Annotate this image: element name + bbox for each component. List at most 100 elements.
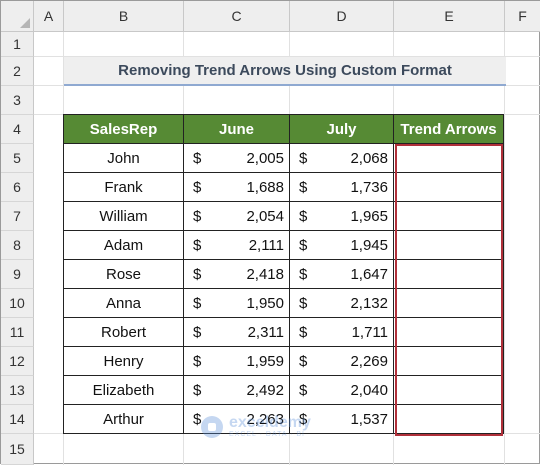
currency-symbol: $ <box>299 381 308 399</box>
row-header-11[interactable]: 11 <box>1 318 34 347</box>
salesrep-cell[interactable]: Frank <box>63 172 184 202</box>
trend-arrow-cell[interactable] <box>393 143 504 173</box>
gridline <box>504 32 505 465</box>
row-header-10[interactable]: 10 <box>1 289 34 318</box>
july-cell[interactable]: $1,537 <box>289 404 394 434</box>
row-header-12[interactable]: 12 <box>1 347 34 376</box>
row-header-2[interactable]: 2 <box>1 57 34 86</box>
salesrep-cell[interactable]: Arthur <box>63 404 184 434</box>
spreadsheet: A B C D E F 1 2 3 4 5 6 7 8 9 10 11 12 1… <box>0 0 540 465</box>
june-cell[interactable]: $2,263 <box>183 404 290 434</box>
currency-symbol: $ <box>299 178 308 196</box>
june-value: 2,418 <box>246 265 284 283</box>
row-header-9[interactable]: 9 <box>1 260 34 289</box>
june-cell[interactable]: $2,492 <box>183 375 290 405</box>
header-june[interactable]: June <box>183 114 290 144</box>
row-header-14[interactable]: 14 <box>1 405 34 434</box>
salesrep-cell[interactable]: John <box>63 143 184 173</box>
row-header-6[interactable]: 6 <box>1 173 34 202</box>
june-value: 1,688 <box>246 178 284 196</box>
currency-symbol: $ <box>193 236 202 254</box>
row-header-7[interactable]: 7 <box>1 202 34 231</box>
currency-symbol: $ <box>193 323 202 341</box>
july-cell[interactable]: $2,040 <box>289 375 394 405</box>
june-cell[interactable]: $2,418 <box>183 259 290 289</box>
july-value: 2,040 <box>350 381 388 399</box>
select-all-corner[interactable] <box>1 1 34 32</box>
row-header-8[interactable]: 8 <box>1 231 34 260</box>
june-cell[interactable]: $1,688 <box>183 172 290 202</box>
currency-symbol: $ <box>193 178 202 196</box>
currency-symbol: $ <box>193 265 202 283</box>
salesrep-cell[interactable]: Rose <box>63 259 184 289</box>
june-value: 2,054 <box>246 207 284 225</box>
june-value: 1,959 <box>246 352 284 370</box>
currency-symbol: $ <box>193 207 202 225</box>
currency-symbol: $ <box>299 323 308 341</box>
column-header-e[interactable]: E <box>394 1 505 32</box>
june-cell[interactable]: $2,111 <box>183 230 290 260</box>
june-value: 2,005 <box>246 149 284 167</box>
july-value: 1,945 <box>350 236 388 254</box>
trend-arrow-cell[interactable] <box>393 201 504 231</box>
salesrep-cell[interactable]: Henry <box>63 346 184 376</box>
header-july[interactable]: July <box>289 114 394 144</box>
row-header-5[interactable]: 5 <box>1 144 34 173</box>
currency-symbol: $ <box>299 236 308 254</box>
trend-arrow-cell[interactable] <box>393 259 504 289</box>
trend-arrow-cell[interactable] <box>393 375 504 405</box>
july-cell[interactable]: $1,965 <box>289 201 394 231</box>
trend-arrow-cell[interactable] <box>393 288 504 318</box>
trend-arrow-cell[interactable] <box>393 172 504 202</box>
june-value: 2,263 <box>246 410 284 428</box>
header-salesrep[interactable]: SalesRep <box>63 114 184 144</box>
trend-arrow-cell[interactable] <box>393 230 504 260</box>
row-header-1[interactable]: 1 <box>1 32 34 57</box>
salesrep-cell[interactable]: Elizabeth <box>63 375 184 405</box>
currency-symbol: $ <box>299 265 308 283</box>
june-cell[interactable]: $1,959 <box>183 346 290 376</box>
june-cell[interactable]: $2,005 <box>183 143 290 173</box>
currency-symbol: $ <box>193 352 202 370</box>
july-cell[interactable]: $1,647 <box>289 259 394 289</box>
select-all-icon <box>20 18 30 28</box>
salesrep-cell[interactable]: Adam <box>63 230 184 260</box>
salesrep-cell[interactable]: William <box>63 201 184 231</box>
july-value: 2,132 <box>350 294 388 312</box>
june-cell[interactable]: $1,950 <box>183 288 290 318</box>
currency-symbol: $ <box>299 149 308 167</box>
july-cell[interactable]: $2,132 <box>289 288 394 318</box>
column-header-a[interactable]: A <box>34 1 64 32</box>
july-cell[interactable]: $1,711 <box>289 317 394 347</box>
column-header-c[interactable]: C <box>184 1 290 32</box>
june-cell[interactable]: $2,054 <box>183 201 290 231</box>
column-header-f[interactable]: F <box>505 1 540 32</box>
column-header-d[interactable]: D <box>290 1 394 32</box>
row-header-3[interactable]: 3 <box>1 86 34 115</box>
july-value: 1,647 <box>350 265 388 283</box>
july-cell[interactable]: $2,068 <box>289 143 394 173</box>
header-trend-arrows[interactable]: Trend Arrows <box>393 114 504 144</box>
july-value: 1,736 <box>350 178 388 196</box>
june-cell[interactable]: $2,311 <box>183 317 290 347</box>
currency-symbol: $ <box>299 294 308 312</box>
trend-arrow-cell[interactable] <box>393 404 504 434</box>
currency-symbol: $ <box>193 149 202 167</box>
salesrep-cell[interactable]: Robert <box>63 317 184 347</box>
july-cell[interactable]: $1,945 <box>289 230 394 260</box>
column-header-b[interactable]: B <box>64 1 184 32</box>
trend-arrow-cell[interactable] <box>393 317 504 347</box>
salesrep-cell[interactable]: Anna <box>63 288 184 318</box>
trend-arrow-cell[interactable] <box>393 346 504 376</box>
currency-symbol: $ <box>299 410 308 428</box>
currency-symbol: $ <box>299 352 308 370</box>
row-header-15[interactable]: 15 <box>1 434 34 465</box>
row-header-13[interactable]: 13 <box>1 376 34 405</box>
june-value: 2,311 <box>247 323 284 341</box>
june-value: 2,111 <box>248 236 284 254</box>
july-cell[interactable]: $2,269 <box>289 346 394 376</box>
currency-symbol: $ <box>193 294 202 312</box>
sheet-title[interactable]: Removing Trend Arrows Using Custom Forma… <box>64 57 506 86</box>
row-header-4[interactable]: 4 <box>1 115 34 144</box>
july-cell[interactable]: $1,736 <box>289 172 394 202</box>
